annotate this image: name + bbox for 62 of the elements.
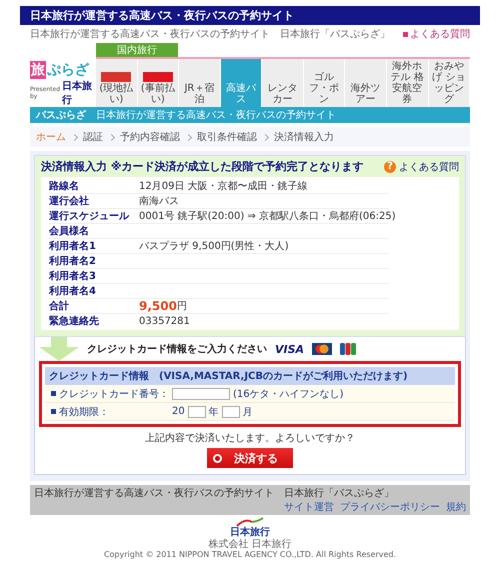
logo-mark: 旅 (30, 61, 46, 79)
submit-button[interactable]: 決済する (207, 448, 293, 468)
breadcrumb-item: 予約内容確認 (120, 130, 180, 144)
footer-link[interactable]: サイト運営 (284, 500, 334, 514)
footer-logo-text: 日本旅行 (230, 527, 270, 538)
help-link[interactable]: よくある質問 (410, 27, 470, 41)
nav-group-label: 国内旅行 (96, 43, 178, 57)
copyright-text: Copyright © 2011 NIPPON TRAVEL AGENCY CO.,LTD. All Rights Reserved. (104, 550, 396, 560)
card-logo-icon (340, 343, 356, 355)
footer-tagline: 日本旅行が運営する高速バス・夜行バスの予約サイト 日本旅行「バスぷらざ」 (34, 486, 394, 500)
help-icon: ? (384, 160, 396, 172)
field-value: バスプラザ 9,500円(男性・大人) (139, 240, 289, 253)
field-label: 有効期限： (59, 406, 109, 418)
field-label: 利用者名4 (49, 284, 97, 298)
breadcrumb-item: 決済情報入力 (274, 130, 334, 144)
bullet-icon (51, 409, 56, 414)
field-label: 運行会社 (49, 194, 90, 208)
month-field[interactable] (222, 406, 240, 418)
help-link[interactable]: よくある質問 (399, 160, 459, 174)
bullet-icon (213, 454, 222, 462)
field-label: 利用者名3 (49, 270, 97, 283)
company-name: 株式会社 日本旅行 (208, 538, 292, 550)
section-description: 日本旅行が運営する高速バス・夜行バスの予約サイト (96, 108, 336, 122)
breadcrumb-item: 取引条件確認 (197, 130, 257, 144)
footer-link[interactable]: プライバシーポリシー (340, 500, 440, 514)
site-banner: 日本旅行が運営する高速バス・夜行バスの予約サイト (20, 6, 480, 25)
card-logo-icon (312, 343, 332, 355)
card-number-field[interactable] (172, 388, 230, 400)
field-label: 路線名 (49, 180, 80, 193)
panel-title: 決済情報入力 ※カード決済が成立した段階で予約完了となります (41, 159, 364, 174)
visa-logo: VISA (275, 342, 304, 356)
breadcrumb-item: 認証 (83, 130, 103, 144)
card-box-title: クレジットカード情報 (VISA,MASTAR,JCBのカードがご利用いただけます) (45, 367, 455, 385)
year-unit: 年 (208, 406, 219, 418)
bullet-icon (51, 391, 56, 396)
logo-name: ぷらざ (47, 61, 89, 79)
prompt-text: クレジットカード情報をご入力ください (87, 342, 267, 356)
field-label: 利用者名2 (49, 254, 97, 268)
field-label: 運行スケジュール (49, 210, 130, 223)
field-label: 緊急連絡先 (49, 314, 100, 328)
down-arrow-icon (39, 337, 79, 361)
currency-unit: 円 (176, 300, 187, 313)
bullet-icon (403, 32, 408, 36)
field-value: 南海バス (139, 194, 179, 208)
month-unit: 月 (242, 406, 253, 418)
year-prefix: 20 (172, 406, 185, 417)
total-amount: 9,500 (139, 299, 177, 313)
section-title: バスぷらざ (36, 109, 86, 122)
year-field[interactable] (188, 406, 206, 418)
confirm-text: 上記内容で決済いたします。よろしいですか？ (144, 432, 356, 445)
header-tagline: 日本旅行が運営する高速バス・夜行バスの予約サイト 日本旅行「バスぷらざ」 (30, 28, 390, 41)
field-value: 0001号 銚子駅(20:00) ⇒ 京都駅八条口・烏都府(06:25) (139, 210, 396, 223)
field-label: 合計 (49, 300, 70, 313)
field-value: 03357281 (139, 316, 190, 326)
field-label: 利用者名1 (49, 240, 97, 253)
field-value: 12月09日 大阪・京都〜成田・銚子線 (139, 180, 308, 193)
footer-link[interactable]: 規約 (446, 500, 466, 514)
field-hint: (16ケタ・ハイフンなし) (233, 388, 344, 400)
field-label: クレジットカード番号： (59, 388, 169, 400)
arc-icon (235, 517, 265, 527)
field-label: 会員様名 (49, 224, 90, 238)
brand-name: 日本旅行 (62, 80, 92, 107)
